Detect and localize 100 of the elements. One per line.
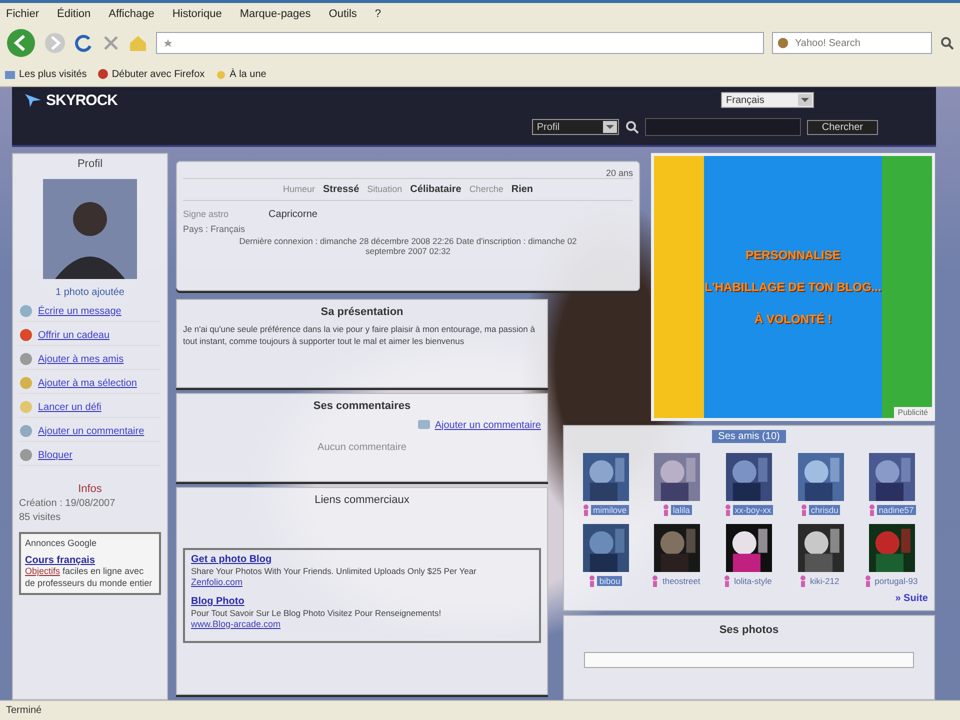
action-link[interactable]: Ajouter un commentaire xyxy=(19,421,161,442)
menu-item[interactable]: Historique xyxy=(172,8,222,20)
friend-link[interactable]: theostreet xyxy=(660,576,702,586)
action-link[interactable]: Écrire un message xyxy=(19,301,161,322)
person-icon xyxy=(800,575,806,587)
star-icon xyxy=(163,38,173,48)
action-icon xyxy=(19,352,33,366)
card-title: Ses commentaires xyxy=(312,399,412,414)
action-link[interactable]: Ajouter à ma sélection xyxy=(19,373,161,394)
empty-text: Aucun commentaire xyxy=(316,441,408,455)
friend-link[interactable]: kiki-212 xyxy=(808,576,842,586)
search-input[interactable]: Yahoo! Search xyxy=(793,36,927,50)
field-label: Humeur xyxy=(282,184,315,195)
bookmark-icon xyxy=(214,68,227,80)
bookmark-icon xyxy=(4,68,16,80)
menu-item[interactable]: Affichage xyxy=(108,8,154,20)
friend-link[interactable]: portugal-93 xyxy=(872,576,920,586)
search-field[interactable]: Yahoo! Search xyxy=(772,32,932,54)
field-value: Célibataire xyxy=(410,184,462,195)
friend-link[interactable]: nadine57 xyxy=(876,505,916,515)
search-button[interactable]: Chercher xyxy=(806,120,878,134)
photo-count-link[interactable]: 1 photo ajoutée xyxy=(56,287,124,298)
add-comment-link[interactable]: Ajouter un commentaire xyxy=(416,418,541,432)
friend-link[interactable]: xx-boy-xx xyxy=(732,505,774,515)
person-icon xyxy=(864,575,871,587)
menu-item[interactable]: Marque-pages xyxy=(240,8,311,20)
action-link[interactable]: Lancer un défi xyxy=(19,397,161,418)
action-link[interactable]: Bloquer xyxy=(19,445,161,466)
bookmark-link[interactable]: À la une xyxy=(214,68,266,80)
person-icon xyxy=(652,575,658,587)
ad-text: Objectifs faciles en ligne avec de professeurs du monde entier xyxy=(25,566,154,590)
action-icon xyxy=(19,304,33,318)
person-icon xyxy=(589,575,596,587)
person-icon xyxy=(724,575,730,587)
action-icon xyxy=(19,400,33,414)
action-icon xyxy=(19,328,33,342)
home-icon xyxy=(128,34,148,52)
ad-link[interactable]: Objectifs xyxy=(25,566,60,576)
status-bar: Terminé xyxy=(0,700,960,720)
friend-link[interactable]: bibou xyxy=(597,576,622,586)
ad-link[interactable]: Get a photo Blog xyxy=(191,554,272,565)
search-icon xyxy=(940,36,954,50)
banner-text: PERSONNALISE xyxy=(746,248,840,262)
section-title: Infos xyxy=(78,483,102,495)
scope-select[interactable]: Profil xyxy=(532,119,619,135)
field-value: Stressé xyxy=(323,184,360,195)
ad-link[interactable]: Cours français xyxy=(25,555,96,566)
menu-item[interactable]: Outils xyxy=(328,8,357,20)
person-icon xyxy=(800,504,807,516)
ad-link[interactable]: Blog Photo xyxy=(191,596,244,607)
ad-url[interactable]: www.Blog-arcade.com xyxy=(191,619,281,629)
close-icon xyxy=(102,34,120,52)
friend-link[interactable]: mimilove xyxy=(591,505,629,515)
panel-title: Profil xyxy=(77,158,103,170)
person-icon xyxy=(583,504,590,516)
search-field[interactable] xyxy=(644,118,801,136)
comment-icon xyxy=(416,418,431,432)
person-icon xyxy=(868,504,875,516)
card-title: Liens commerciaux xyxy=(314,493,410,508)
field-label: Signe astro xyxy=(183,209,229,220)
action-link[interactable]: Ajouter à mes amis xyxy=(19,349,161,370)
banner-text: L'HABILLAGE DE TON BLOG... xyxy=(704,280,882,294)
ad-url[interactable]: Zenfolio.com xyxy=(191,577,243,587)
menu-item[interactable]: Fichier xyxy=(6,8,40,20)
friend-link[interactable]: lalila xyxy=(670,505,692,515)
person-icon xyxy=(724,504,731,516)
presentation-text: Je n'ai qu'une seule préférence dans la vie pour y faire plaisir à mon entourage, ma passion à tout instant, comme toujours à supporter tout le mal et aimer les bienvenus xyxy=(183,324,536,348)
menu-item[interactable]: ? xyxy=(374,8,382,20)
ad-banner[interactable]: PERSONNALISE L'HABILLAGE DE TON BLOG... À VOLONTÉ ! Publicité xyxy=(651,153,935,421)
field-value: Capricorne xyxy=(268,209,318,220)
bookmark-link[interactable]: Débuter avec Firefox xyxy=(96,68,205,80)
forward-icon xyxy=(44,32,66,54)
bookmark-link[interactable]: Les plus visités xyxy=(4,68,87,80)
card-title: Sa présentation xyxy=(320,305,404,320)
bookmark-icon xyxy=(96,68,109,80)
bird-icon xyxy=(24,92,42,108)
action-link[interactable]: Offrir un cadeau xyxy=(19,325,161,346)
field-label: Situation xyxy=(367,184,402,195)
action-icon xyxy=(19,424,33,438)
ad-title: Annonces Google xyxy=(25,538,98,548)
back-icon xyxy=(6,28,36,58)
info-text: Création : 19/08/2007 xyxy=(19,498,116,509)
dates-text: Dernière connexion : dimanche 28 décembre 2008 22:26 Date d'inscription : dimanche 02 septembre 2007 02:32 xyxy=(238,235,578,258)
card-title: Ses photos xyxy=(718,623,780,638)
menu-item[interactable]: Édition xyxy=(57,8,91,20)
action-icon xyxy=(19,376,33,390)
friend-link[interactable]: chrisdu xyxy=(808,505,840,515)
country-text: Pays : Français xyxy=(183,224,246,234)
language-select[interactable]: Français xyxy=(721,92,814,108)
field-value: Rien xyxy=(511,184,534,195)
card-title: Ses amis (10) xyxy=(712,430,786,443)
address-field[interactable] xyxy=(156,32,764,54)
banner-text: À VOLONTÉ ! xyxy=(754,312,832,326)
logo[interactable]: SKYROCK xyxy=(46,92,118,108)
field-label: Cherche xyxy=(469,184,504,195)
search-icon xyxy=(624,120,639,134)
friend-link[interactable]: lolita-style xyxy=(732,576,774,586)
more-link[interactable]: » Suite xyxy=(895,593,928,604)
age-text: 20 ans xyxy=(604,167,633,178)
ad-text: Pour Tout Savoir Sur Le Blog Photo Visitez Pour Renseignements! xyxy=(191,608,442,618)
